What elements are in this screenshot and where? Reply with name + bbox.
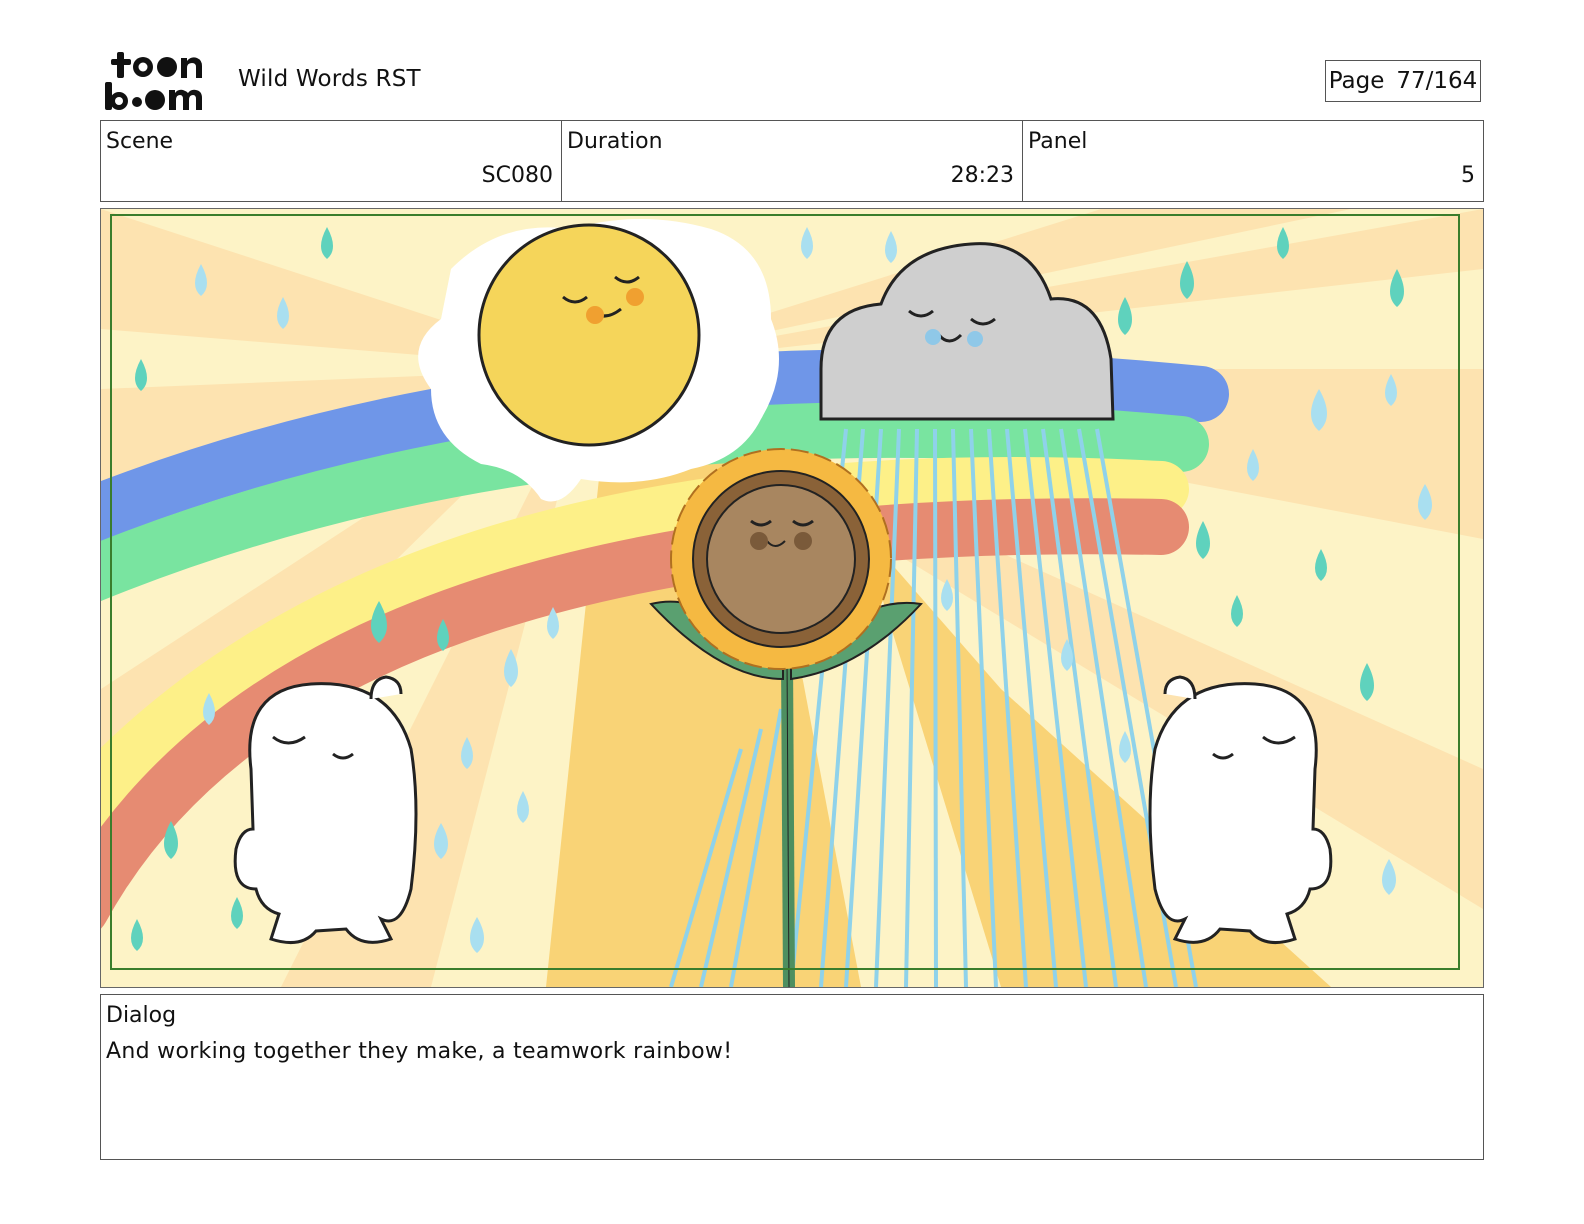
- duration-label: Duration: [567, 129, 663, 154]
- panel-label: Panel: [1028, 129, 1088, 154]
- dialog-box: Dialog And working together they make, a…: [100, 994, 1484, 1160]
- panel-cell: Panel 5: [1023, 121, 1483, 201]
- character-right: [1148, 675, 1333, 945]
- storyboard-panel: [100, 208, 1484, 988]
- character-left: [233, 675, 418, 945]
- scene-label: Scene: [106, 129, 174, 154]
- duration-cell: Duration 28:23: [562, 121, 1023, 201]
- panel-value: 5: [1461, 163, 1475, 188]
- project-title: Wild Words RST: [238, 66, 421, 92]
- toon-boom-logo: [103, 50, 215, 112]
- scene-value: SC080: [481, 163, 553, 188]
- dialog-label: Dialog: [106, 1003, 177, 1028]
- scene-cell: Scene SC080: [101, 121, 562, 201]
- dialog-text: And working together they make, a teamwo…: [106, 1039, 733, 1064]
- duration-value: 28:23: [950, 163, 1014, 188]
- page-indicator: Page 77/164: [1325, 60, 1481, 102]
- page-label: Page: [1328, 68, 1385, 94]
- panel-illustration: [101, 209, 1483, 987]
- scene-info-table: Scene SC080 Duration 28:23 Panel 5: [100, 120, 1484, 202]
- page-number: 77/164: [1396, 68, 1478, 94]
